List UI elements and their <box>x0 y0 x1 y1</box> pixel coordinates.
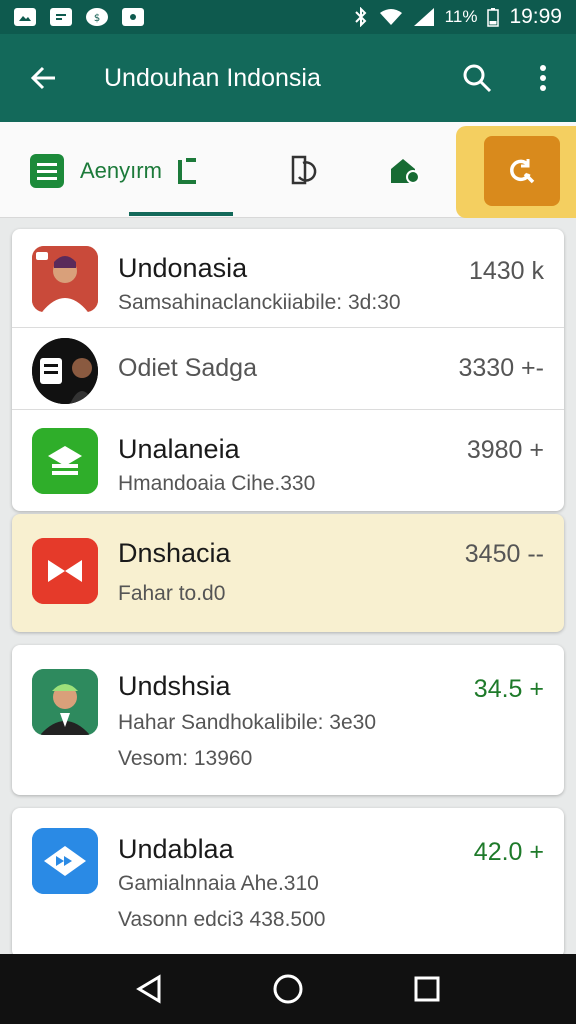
notification-video-icon <box>122 8 144 26</box>
system-nav-bar <box>0 954 576 1024</box>
avatar <box>32 669 98 735</box>
tab-main[interactable]: Aenyırm <box>28 152 198 190</box>
bluetooth-icon <box>354 7 367 27</box>
item-value: 3980 + <box>466 436 544 464</box>
list-card: Undonasia Samsahinaclanckiiabile: 3d:30 … <box>12 229 564 511</box>
tab-main-label: Aenyırm <box>80 158 162 183</box>
wifi-icon <box>379 9 402 25</box>
item-value: 3330 +- <box>458 354 545 382</box>
search-refresh-icon <box>510 159 535 184</box>
page-title: Undouhan Indonsia <box>104 63 321 92</box>
item-title: Unalaneia <box>118 434 240 464</box>
nav-recents-button[interactable] <box>397 959 457 1019</box>
more-vert-icon <box>540 65 546 91</box>
app-bar: Undouhan Indonsia <box>0 34 576 122</box>
item-value: 3450 -- <box>464 540 544 568</box>
list-item[interactable]: Dnshacia Fahar to.d0 3450 -- <box>12 514 564 632</box>
clock: 19:99 <box>509 5 562 28</box>
item-subtitle: Hmandoaia Cihe.330 <box>118 472 316 495</box>
tab-bar: Aenyırm <box>0 122 576 218</box>
list-card: Undshsia Hahar Sandhokalibile: 3e30 Veso… <box>12 645 564 795</box>
item-subtitle: Gamialnnaia Ahe.310 <box>118 872 319 895</box>
list-item[interactable]: Unalaneia Hmandoaia Cihe.330 3980 + <box>12 409 564 511</box>
tab-refresh[interactable] <box>283 150 323 190</box>
item-title: Undonasia <box>118 253 248 283</box>
item-value: 34.5 + <box>473 675 544 703</box>
list-card-highlighted: Dnshacia Fahar to.d0 3450 -- <box>12 514 564 632</box>
overflow-menu-button[interactable] <box>510 34 576 122</box>
refresh-doc-icon <box>291 155 317 185</box>
item-value: 42.0 + <box>473 838 544 866</box>
search-button[interactable] <box>444 34 510 122</box>
tab-highlight-button[interactable] <box>484 136 560 206</box>
item-value: 1430 k <box>468 257 544 285</box>
circle-home-icon <box>273 974 303 1004</box>
square-recents-icon <box>414 976 440 1002</box>
list-card: Undablaa Gamialnnaia Ahe.310 Vasonn edci… <box>12 808 564 958</box>
item-title: Undablaa <box>118 834 234 864</box>
tab-home-money[interactable] <box>385 150 425 190</box>
item-extra: Vasonn edci3 438.500 <box>118 908 326 931</box>
list-item[interactable]: Undshsia Hahar Sandhokalibile: 3e30 Veso… <box>12 645 564 795</box>
item-subtitle: Samsahinaclanckiiabile: 3d:30 <box>118 291 401 314</box>
search-icon <box>463 64 492 93</box>
list-item[interactable]: Undablaa Gamialnnaia Ahe.310 Vasonn edci… <box>12 808 564 958</box>
triangle-back-icon <box>136 974 161 1004</box>
battery-icon <box>487 8 500 27</box>
list-item[interactable]: Undonasia Samsahinaclanckiiabile: 3d:30 … <box>12 229 564 327</box>
notification-dollar-icon: $ <box>86 8 108 26</box>
arrow-left-icon <box>30 66 55 90</box>
nav-back-button[interactable] <box>119 959 179 1019</box>
tab-highlighted[interactable] <box>456 126 576 218</box>
avatar <box>32 428 98 494</box>
svg-text:$: $ <box>94 13 100 23</box>
avatar <box>32 538 98 604</box>
avatar <box>32 828 98 894</box>
document-list-icon <box>30 154 64 188</box>
battery-percent: 11% <box>444 7 478 26</box>
avatar <box>32 338 98 404</box>
nav-home-button[interactable] <box>258 959 318 1019</box>
notification-image-icon <box>14 8 36 26</box>
back-button[interactable] <box>0 34 88 122</box>
edit-bracket-icon <box>177 158 196 184</box>
house-badge-icon <box>391 159 420 184</box>
list-item[interactable]: Odiet Sadga 3330 +- <box>12 327 564 409</box>
signal-icon <box>413 8 434 26</box>
item-subtitle: Hahar Sandhokalibile: 3e30 <box>118 711 377 734</box>
item-extra: Vesom: 13960 <box>118 747 253 770</box>
item-subtitle: Fahar to.d0 <box>118 582 226 605</box>
tab-indicator <box>129 212 233 216</box>
item-title: Dnshacia <box>118 538 231 568</box>
status-bar: $ 11% 19:99 <box>0 0 576 34</box>
item-title: Undshsia <box>118 671 231 701</box>
item-title: Odiet Sadga <box>118 354 257 382</box>
avatar <box>32 246 98 312</box>
notification-card-icon <box>50 8 72 26</box>
